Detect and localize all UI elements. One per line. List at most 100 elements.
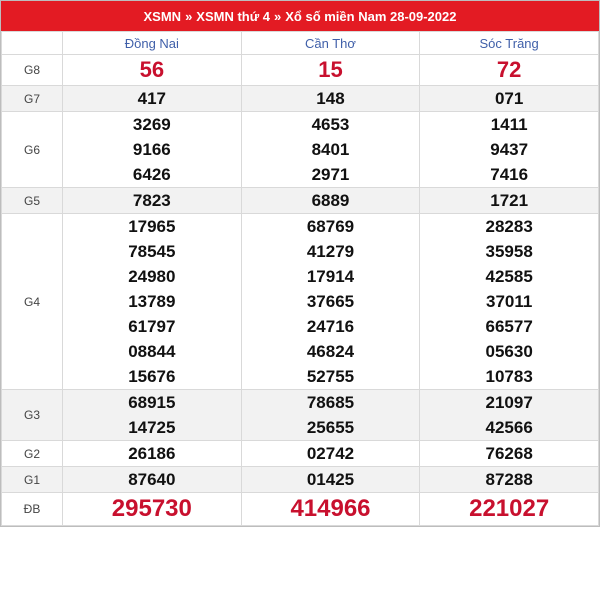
province-name: Cần Thơ [240,31,421,55]
prize-number: 7416 [490,165,529,184]
prize-label: ĐB [1,492,63,526]
prize-row: G1 87640 01425 87288 [1,466,599,493]
prize-number: 15 [318,57,343,82]
prize-cell: 28283 35958 42585 37011 66577 05630 10783 [419,213,599,390]
prize-label: G4 [1,213,63,390]
prize-number: 071 [494,89,524,108]
prize-cell: 6889 [240,187,421,214]
prize-number: 10783 [485,367,533,386]
prize-number: 24980 [128,267,176,286]
prize-label: G6 [1,111,63,188]
prize-row: G2 26186 02742 76268 [1,440,599,467]
prize-number: 148 [316,89,345,108]
prize-cell: 1721 [419,187,599,214]
header-empty-cell [1,31,63,55]
prize-label: G7 [1,85,63,112]
prize-number: 42585 [485,267,533,286]
prize-number: 52755 [306,367,355,386]
prize-cell: 4653 8401 2971 [240,111,421,188]
prize-cell: 295730 [62,492,242,526]
prize-row: G4 17965 78545 24980 13789 61797 08844 15676 687… [1,213,599,390]
prize-number: 02742 [306,444,355,463]
prize-cell: 417 [62,85,242,112]
prize-number: 221027 [469,495,550,522]
breadcrumb-link-xsmn-thu-4[interactable]: XSMN thứ 4 [196,9,270,24]
prize-number: 01425 [306,470,355,489]
prize-cell: 68915 14725 [62,389,242,441]
prize-cell: 01425 [240,466,421,493]
prize-number: 17914 [306,267,355,286]
prize-cell: 87288 [419,466,599,493]
prize-label: G2 [1,440,63,467]
breadcrumb: XSMN » XSMN thứ 4 » Xổ số miền Nam 28-09… [1,1,599,31]
prize-number: 9166 [132,140,171,159]
prize-cell: 414966 [240,492,421,526]
prize-number: 1721 [490,191,529,210]
prize-cell: 78685 25655 [240,389,421,441]
prize-row: G5 7823 6889 1721 [1,187,599,214]
prize-number: 15676 [128,367,176,386]
prize-number: 72 [496,57,522,82]
prize-number: 21097 [485,393,533,412]
province-name: Sóc Trăng [419,31,599,55]
prize-number: 41279 [306,242,355,261]
prize-number: 87288 [485,470,533,489]
prize-label: G3 [1,389,63,441]
prize-number: 4653 [311,115,350,134]
prize-number: 56 [139,57,165,82]
prize-number: 68769 [306,217,355,236]
prize-cell: 76268 [419,440,599,467]
prize-row: G7 417 148 071 [1,85,599,112]
breadcrumb-separator: » [274,8,282,24]
prize-number: 78685 [306,393,355,412]
prize-cell: 148 [240,85,421,112]
prize-cell: 02742 [240,440,421,467]
prize-cell: 7823 [62,187,242,214]
prize-label: G1 [1,466,63,493]
prize-cell: 071 [419,85,599,112]
prize-cell: 26186 [62,440,242,467]
breadcrumb-link-xsmn[interactable]: XSMN [144,9,182,24]
prize-cell: 72 [419,54,599,86]
prize-label: G5 [1,187,63,214]
prize-row: G6 3269 9166 6426 4653 8401 2971 1411 9437 7416 [1,111,599,188]
prize-cell: 1411 9437 7416 [419,111,599,188]
prize-number: 66577 [485,317,533,336]
prize-row: G8 56 15 72 [1,54,599,86]
prize-label: G8 [1,54,63,86]
prize-number: 1411 [490,115,528,134]
prize-number: 08844 [128,342,176,361]
prize-number: 35958 [485,242,533,261]
prize-number: 2971 [311,165,350,184]
prize-number: 9437 [490,140,529,159]
prize-row: G3 68915 14725 78685 25655 21097 42566 [1,389,599,441]
prize-number: 28283 [485,217,533,236]
prize-number: 37665 [306,292,355,311]
prize-number: 7823 [132,191,171,210]
prize-number: 414966 [290,495,371,522]
prize-cell: 87640 [62,466,242,493]
prize-cell: 3269 9166 6426 [62,111,242,188]
prize-number: 6889 [311,191,350,210]
prize-number: 25655 [306,418,355,437]
prize-number: 13789 [128,292,176,311]
prize-cell: 17965 78545 24980 13789 61797 08844 15676 [62,213,242,390]
prize-number: 68915 [128,393,176,412]
results-table: Đồng Nai Cần Thơ Sóc Trăng G8 56 15 72 G7 417… [1,31,599,526]
prize-number: 61797 [128,317,176,336]
prize-number: 26186 [128,444,176,463]
prize-number: 17965 [128,217,176,236]
prize-cell: 221027 [419,492,599,526]
prize-number: 87640 [128,470,176,489]
prize-number: 417 [137,89,167,108]
prize-cell: 56 [62,54,242,86]
prize-cell: 21097 42566 [419,389,599,441]
prize-row: ĐB 295730 414966 221027 [1,492,599,526]
prize-number: 46824 [306,342,355,361]
prize-cell: 68769 41279 17914 37665 24716 46824 52755 [240,213,421,390]
province-name: Đồng Nai [62,31,242,55]
prize-number: 3269 [132,115,171,134]
prize-number: 14725 [128,418,176,437]
breadcrumb-link-current[interactable]: Xổ số miền Nam 28-09-2022 [285,9,456,24]
breadcrumb-separator: » [185,8,193,24]
